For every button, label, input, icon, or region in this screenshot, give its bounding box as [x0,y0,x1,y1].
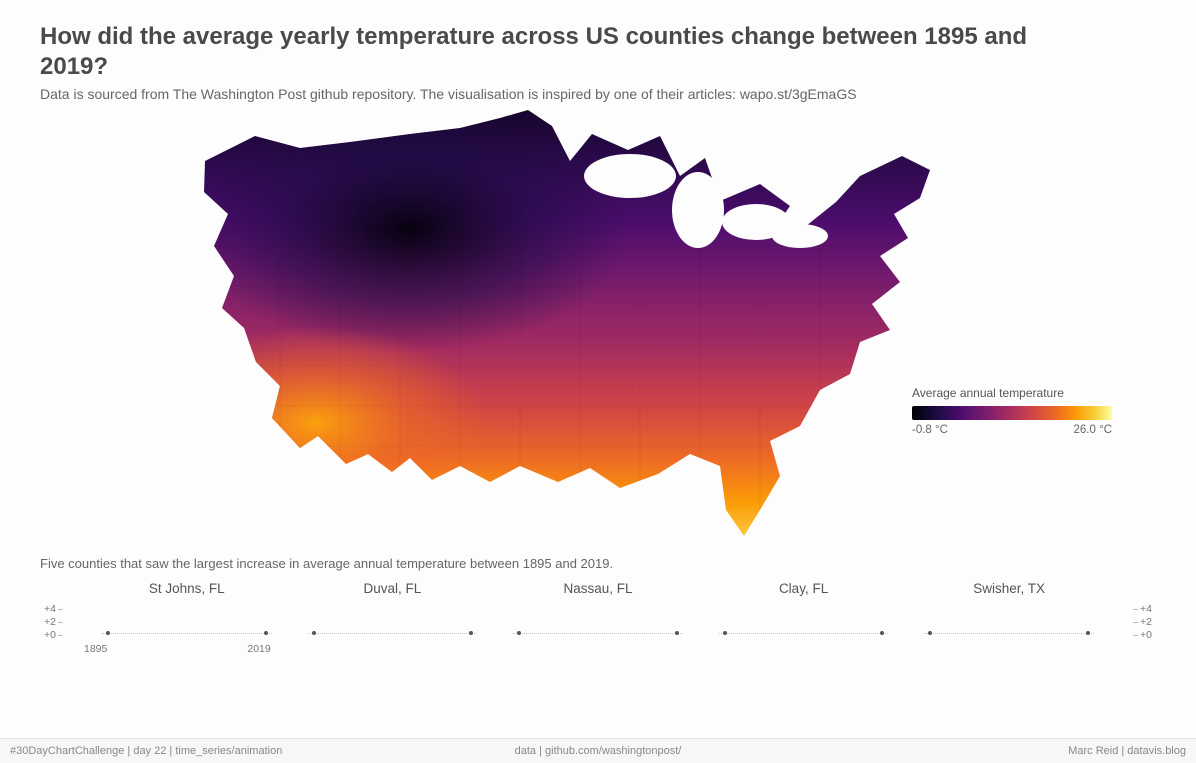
panel-baseline [719,633,889,634]
chart-title: How did the average yearly temperature a… [40,22,1060,82]
panel-dot [106,631,110,635]
x-axis-ticks: 1895 2019 [84,643,271,655]
x-tick: 1895 [84,643,107,655]
panel-dot [723,631,727,635]
page: How did the average yearly temperature a… [0,0,1196,763]
panel-swisher: Swisher, TX [906,581,1112,671]
panel-dot [517,631,521,635]
small-multiples-row: +4 +2 +0 +4 +2 +0 St Johns, FL Duval, FL [50,581,1146,671]
legend-gradient-bar [912,406,1112,420]
panel-dot [1086,631,1090,635]
panel-dot [880,631,884,635]
legend-title: Average annual temperature [912,386,1132,400]
panel-title: St Johns, FL [84,581,290,596]
x-tick: 2019 [247,643,270,655]
panel-baseline [308,633,478,634]
panel-title: Clay, FL [701,581,907,596]
panel-dot [264,631,268,635]
legend-max: 26.0 °C [1074,424,1112,436]
small-multiples-caption: Five counties that saw the largest incre… [40,556,1156,571]
panel-nassau: Nassau, FL [495,581,701,671]
panel-duval: Duval, FL [290,581,496,671]
small-multiples-panels: St Johns, FL Duval, FL Nassau, FL Clay, … [84,581,1112,671]
panel-title: Duval, FL [290,581,496,596]
panel-clay: Clay, FL [701,581,907,671]
panel-dot [675,631,679,635]
color-legend: Average annual temperature -0.8 °C 26.0 … [912,386,1132,436]
panel-dot [469,631,473,635]
chart-subtitle: Data is sourced from The Washington Post… [40,86,1156,102]
panel-baseline [513,633,683,634]
y-axis-right: +4 +2 +0 [1131,603,1152,642]
legend-labels: -0.8 °C 26.0 °C [912,424,1112,436]
footer-right: Marc Reid | datavis.blog [1068,745,1186,757]
footer-left: #30DayChartChallenge | day 22 | time_ser… [10,745,282,757]
panel-st-johns: St Johns, FL [84,581,290,671]
panel-dot [312,631,316,635]
y-axis-left: +4 +2 +0 [44,603,65,642]
panel-baseline [924,633,1094,634]
panel-baseline [102,633,272,634]
legend-min: -0.8 °C [912,424,948,436]
panel-title: Nassau, FL [495,581,701,596]
footer-bar: #30DayChartChallenge | day 22 | time_ser… [0,738,1196,763]
us-choropleth-map [160,106,940,546]
panel-dot [928,631,932,635]
panel-title: Swisher, TX [906,581,1112,596]
map-container: Average annual temperature -0.8 °C 26.0 … [40,112,1156,552]
